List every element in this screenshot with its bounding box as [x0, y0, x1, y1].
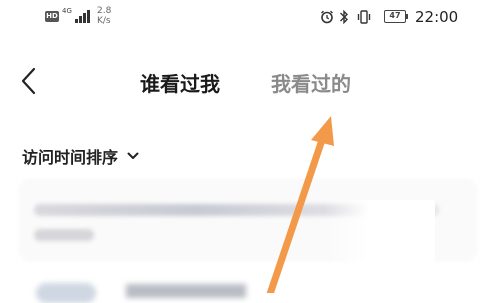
blurred-text-line [34, 229, 94, 241]
sort-dropdown[interactable]: 访问时间排序 [22, 144, 140, 168]
battery-icon: 47 [384, 10, 406, 23]
network-speed: 2.8 K/s [97, 6, 111, 26]
sort-label: 访问时间排序 [22, 148, 119, 167]
tab-viewed-by-me[interactable]: 我看过的 [271, 68, 351, 97]
signal-icon [69, 9, 91, 23]
bluetooth-icon [340, 9, 348, 25]
back-arrow-icon[interactable] [18, 66, 40, 96]
speed-unit: K/s [97, 16, 111, 26]
alarm-icon [321, 10, 333, 24]
status-bar: HD 4G 2.8 K/s 47 22:00 [0, 0, 483, 36]
status-time: 22:00 [415, 8, 459, 26]
blurred-name [126, 284, 246, 298]
blurred-avatar [36, 283, 96, 303]
tab-who-viewed-me[interactable]: 谁看过我 [140, 68, 220, 97]
vibrate-icon [357, 10, 371, 24]
speed-value: 2.8 [97, 6, 112, 16]
card-fade [325, 200, 435, 270]
hd-badge: HD [45, 11, 59, 22]
chevron-down-icon [127, 152, 139, 159]
battery-tip [406, 14, 408, 19]
